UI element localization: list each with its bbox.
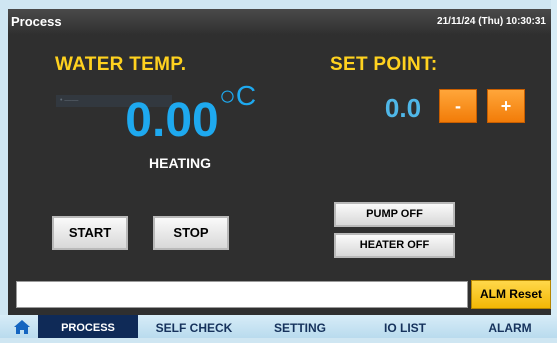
alarm-reset-button[interactable]: ALM Reset bbox=[471, 280, 551, 309]
title-bar: Process 21/11/24 (Thu) 10:30:31 bbox=[8, 9, 551, 35]
water-temp-value: 0.00 bbox=[125, 94, 219, 147]
page-title: Process bbox=[11, 14, 62, 29]
set-point-label: SET POINT: bbox=[330, 54, 438, 75]
home-icon bbox=[14, 320, 30, 334]
process-panel bbox=[8, 35, 551, 315]
alarm-message-bar bbox=[16, 281, 468, 308]
tab-self-check[interactable]: SELF CHECK bbox=[140, 315, 248, 338]
left-frame bbox=[0, 0, 8, 338]
start-button[interactable]: START bbox=[52, 216, 128, 250]
temp-unit: ○C bbox=[219, 80, 257, 111]
right-frame bbox=[551, 0, 557, 338]
set-point-value[interactable]: 0.0 bbox=[378, 92, 428, 124]
stop-button[interactable]: STOP bbox=[153, 216, 229, 250]
pump-off-button[interactable]: PUMP OFF bbox=[334, 202, 455, 227]
heating-status: HEATING bbox=[149, 155, 211, 171]
tab-setting[interactable]: SETTING bbox=[252, 315, 348, 338]
set-point-increase-button[interactable]: + bbox=[487, 89, 525, 123]
date-time-display: 21/11/24 (Thu) 10:30:31 bbox=[437, 16, 546, 27]
water-temp-label: WATER TEMP. bbox=[55, 54, 187, 75]
tab-alarm[interactable]: ALARM bbox=[465, 315, 555, 338]
tab-process[interactable]: PROCESS bbox=[38, 315, 138, 338]
home-button[interactable] bbox=[8, 315, 36, 338]
set-point-decrease-button[interactable]: - bbox=[439, 89, 477, 123]
bottom-nav: PROCESS SELF CHECK SETTING IO LIST ALARM bbox=[0, 315, 557, 338]
tab-io-list[interactable]: IO LIST bbox=[355, 315, 455, 338]
heater-off-button[interactable]: HEATER OFF bbox=[334, 233, 455, 258]
